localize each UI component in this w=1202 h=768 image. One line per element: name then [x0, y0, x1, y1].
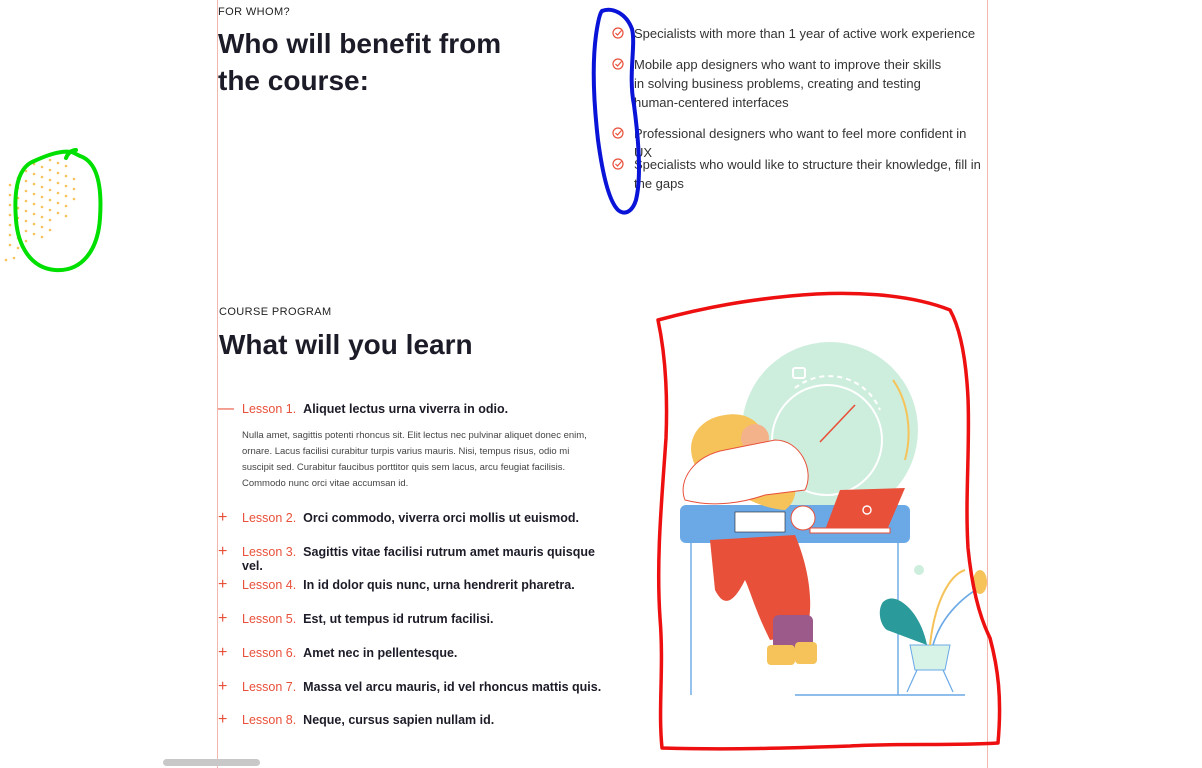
minus-icon[interactable]: — [218, 401, 234, 418]
program-title: What will you learn [219, 329, 473, 360]
audience-title: Who will benefit from the course: [218, 25, 501, 99]
lesson-item[interactable]: + Lesson 4. In id dolor quis nunc, urna … [218, 577, 608, 598]
lesson-label: Lesson 1. Aliquet lectus urna viverra in… [242, 402, 509, 416]
lesson-label: Lesson 5. Est, ut tempus id rutrum facil… [242, 612, 494, 626]
program-eyebrow: COURSE PROGRAM [219, 306, 332, 318]
plus-icon[interactable]: + [218, 679, 230, 696]
lesson-item[interactable]: + Lesson 5. Est, ut tempus id rutrum fac… [218, 611, 608, 632]
plus-icon[interactable]: + [218, 611, 230, 628]
blue-annotation-loop [591, 7, 642, 215]
lesson-label: Lesson 6. Amet nec in pellentesque. [242, 646, 458, 660]
horizontal-scrollbar[interactable] [163, 759, 260, 766]
lesson-item[interactable]: + Lesson 3. Sagittis vitae facilisi rutr… [218, 544, 608, 574]
plus-icon[interactable]: + [218, 645, 230, 662]
audience-title-line2: the course: [218, 65, 369, 96]
audience-eyebrow: FOR WHOM? [218, 6, 291, 18]
lesson-label: Lesson 2. Orci commodo, viverra orci mol… [242, 511, 579, 525]
audience-item-text: Mobile app designers who want to improve… [634, 57, 942, 110]
lesson-item[interactable]: + Lesson 2. Orci commodo, viverra orci m… [218, 510, 608, 531]
audience-item-text: Specialists with more than 1 year of act… [634, 26, 976, 41]
lesson-label: Lesson 4. In id dolor quis nunc, urna he… [242, 578, 575, 592]
lesson-item[interactable]: + Lesson 7. Massa vel arcu mauris, id ve… [218, 679, 608, 700]
decorative-dot-pattern [4, 148, 103, 273]
plus-icon[interactable]: + [218, 544, 230, 561]
plus-icon[interactable]: + [218, 510, 230, 527]
lesson-label: Lesson 7. Massa vel arcu mauris, id vel … [242, 680, 602, 694]
lesson-description: Nulla amet, sagittis potenti rhoncus sit… [242, 430, 587, 489]
audience-title-line1: Who will benefit from [218, 28, 502, 59]
lesson-label: Lesson 8. Neque, cursus sapien nullam id… [242, 713, 495, 727]
lesson-item[interactable]: — Lesson 1. Aliquet lectus urna viverra … [218, 401, 608, 422]
red-annotation-loop [656, 291, 1002, 751]
audience-item-text: Specialists who would like to structure … [634, 157, 981, 191]
lesson-item[interactable]: + Lesson 8. Neque, cursus sapien nullam … [218, 712, 608, 733]
lesson-label: Lesson 3. Sagittis vitae facilisi rutrum… [242, 545, 595, 573]
plus-icon[interactable]: + [218, 577, 230, 594]
lesson-item[interactable]: + Lesson 6. Amet nec in pellentesque. [218, 645, 608, 666]
plus-icon[interactable]: + [218, 712, 230, 729]
